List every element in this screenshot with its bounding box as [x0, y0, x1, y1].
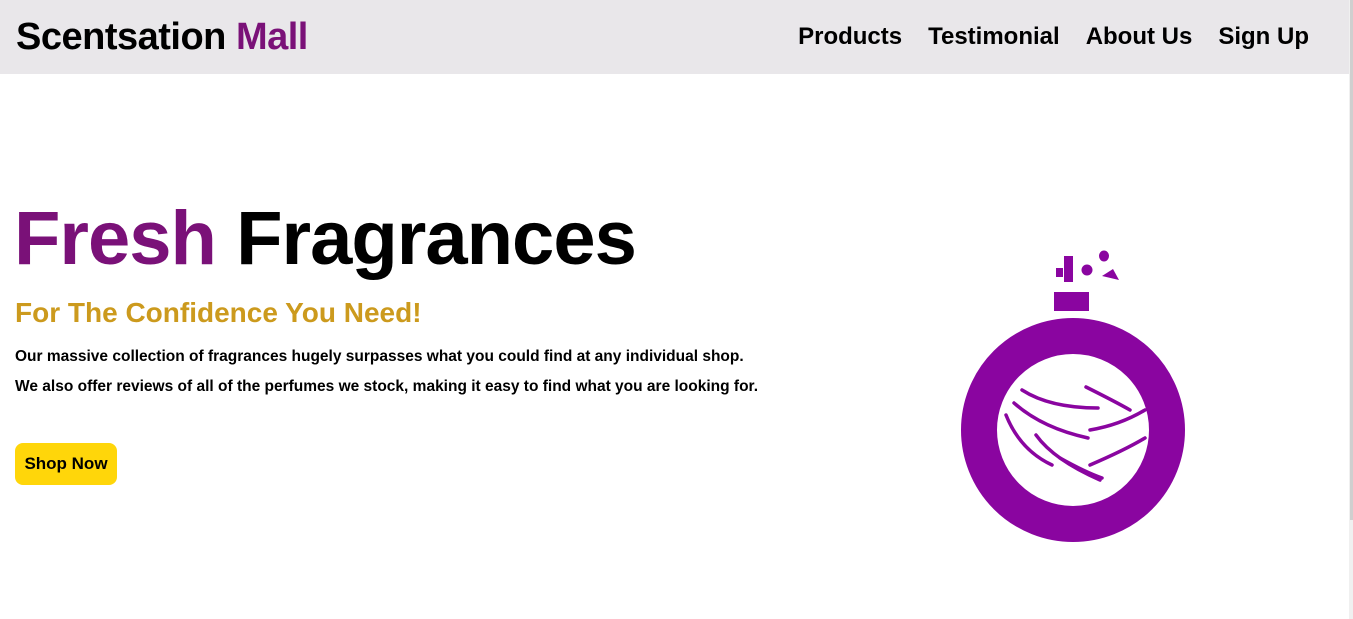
- bottle-nozzle-left: [1056, 268, 1063, 277]
- hero-title: Fresh Fragrances: [14, 195, 637, 282]
- spray-droplet-2: [1099, 250, 1109, 262]
- hero-title-accent: Fresh: [14, 196, 217, 281]
- brand-logo[interactable]: Scentsation Mall: [16, 16, 308, 59]
- bottle-cap: [1054, 292, 1089, 311]
- hero-title-rest: Fragrances: [236, 196, 637, 281]
- nav-menu: Products Testimonial About Us Sign Up: [798, 23, 1309, 51]
- nav-link-testimonial[interactable]: Testimonial: [928, 23, 1060, 51]
- shop-now-button[interactable]: Shop Now: [15, 443, 117, 485]
- spray-droplet-1: [1081, 264, 1093, 276]
- nav-link-products[interactable]: Products: [798, 23, 902, 51]
- nav-link-about-us[interactable]: About Us: [1086, 23, 1193, 51]
- hero-description-line-2: We also offer reviews of all of the perf…: [15, 378, 759, 395]
- hero-subtitle: For The Confidence You Need!: [15, 297, 422, 328]
- bottle-liquid-swirls: [1004, 385, 1147, 482]
- hero-description-line-1: Our massive collection of fragrances hug…: [15, 348, 744, 365]
- brand-name-second: Mall: [235, 15, 308, 58]
- brand-name-first: Scentsation: [16, 15, 226, 58]
- perfume-bottle-icon: [961, 250, 1185, 542]
- bottle-body: [961, 318, 1185, 542]
- navbar: Scentsation Mall Products Testimonial Ab…: [0, 0, 1349, 74]
- bottle-nozzle-stem: [1064, 256, 1073, 282]
- page-scrollbar[interactable]: [1349, 0, 1353, 619]
- spray-droplet-3: [1102, 269, 1119, 280]
- nav-link-sign-up[interactable]: Sign Up: [1218, 23, 1309, 51]
